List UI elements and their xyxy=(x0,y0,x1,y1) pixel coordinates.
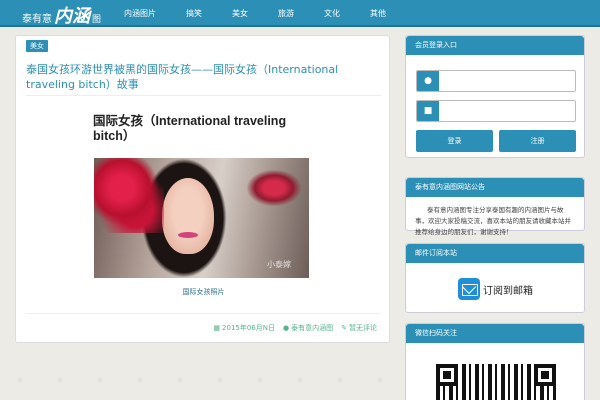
calendar-icon: ▦ xyxy=(213,324,221,332)
meta-date: ▦ 2015年06月N日 xyxy=(213,323,275,333)
nav-item-other[interactable]: 其他 xyxy=(355,0,401,27)
meta-author-text: 泰有意内涵图 xyxy=(291,324,334,332)
lock-icon: ■ xyxy=(417,101,439,121)
category-badge[interactable]: 美女 xyxy=(26,40,48,52)
subscribe-link[interactable]: 订阅到邮箱 xyxy=(458,278,533,300)
logo-text-part3: 图 xyxy=(92,15,102,25)
subscribe-widget: 邮件订阅本站 订阅到邮箱 xyxy=(405,243,585,313)
qr-code-image xyxy=(436,364,556,400)
qr-finder-right xyxy=(534,364,556,386)
notice-widget: 泰有意内涵图网站公告 泰有意内涵图专注分享泰国有趣的内涵图片与故事，欢迎大家投稿… xyxy=(405,177,585,236)
login-button[interactable]: 登录 xyxy=(416,130,493,152)
photo-lips xyxy=(178,232,198,238)
photo-face xyxy=(162,178,214,254)
top-navigation-bar: 泰有意 内涵 图 内涵图片 搞笑 美女 旅游 文化 其他 xyxy=(0,0,600,27)
meta-comments[interactable]: ✎ 暂无评论 xyxy=(341,323,377,333)
meta-author[interactable]: ● 泰有意内涵图 xyxy=(283,323,333,333)
nav-item-funny[interactable]: 搞笑 xyxy=(171,0,217,27)
article-card: 美女 泰国女孩环游世界被黑的国际女孩——国际女孩（International t… xyxy=(15,35,390,343)
main-nav: 内涵图片 搞笑 美女 旅游 文化 其他 xyxy=(110,0,401,27)
username-input[interactable] xyxy=(439,71,575,91)
logo-text-part2: 内涵 xyxy=(54,6,90,27)
notice-text: 泰有意内涵图专注分享泰国有趣的内涵图片与故事，欢迎大家投稿交流，喜欢本站的朋友请… xyxy=(415,206,571,236)
nav-item-travel[interactable]: 旅游 xyxy=(263,0,309,27)
article-title[interactable]: 泰国女孩环游世界被黑的国际女孩——国际女孩（International trav… xyxy=(26,62,376,92)
subscribe-widget-title: 邮件订阅本站 xyxy=(406,244,584,263)
nav-item-beauty[interactable]: 美女 xyxy=(217,0,263,27)
register-button[interactable]: 注册 xyxy=(499,130,576,152)
login-widget: 会员登录入口 ● ■ 登录 注册 xyxy=(405,35,585,158)
username-row: ● xyxy=(416,70,576,92)
password-row: ■ xyxy=(416,100,576,122)
qrcode-widget-title: 微信扫码关注 xyxy=(406,324,584,343)
site-logo[interactable]: 泰有意 内涵 图 xyxy=(22,2,102,27)
login-widget-title: 会员登录入口 xyxy=(406,36,584,55)
image-heading: 国际女孩（International traveling bitch） xyxy=(93,114,287,143)
meta-date-text: 2015年06月N日 xyxy=(222,324,276,332)
nav-item-culture[interactable]: 文化 xyxy=(309,0,355,27)
photo-watermark: 小泰嫁 xyxy=(267,260,291,269)
article-photo: 小泰嫁 xyxy=(94,158,309,278)
user-icon: ● xyxy=(283,324,290,332)
article-meta: ▦ 2015年06月N日 ● 泰有意内涵图 ✎ 暂无评论 xyxy=(213,323,377,333)
nav-item-pictures[interactable]: 内涵图片 xyxy=(110,0,171,27)
mail-icon xyxy=(458,278,480,300)
subscribe-label: 订阅到邮箱 xyxy=(483,285,533,297)
meta-comments-text: 暂无评论 xyxy=(349,324,377,332)
comment-icon: ✎ xyxy=(341,324,347,332)
password-input[interactable] xyxy=(439,101,575,121)
notice-widget-title: 泰有意内涵图网站公告 xyxy=(406,178,584,197)
meta-divider xyxy=(26,313,381,314)
user-icon: ● xyxy=(417,71,439,91)
photo-flower-right xyxy=(244,168,304,208)
qrcode-widget: 微信扫码关注 xyxy=(405,323,585,400)
photo-caption: 国际女孩照片 xyxy=(182,288,225,296)
logo-text-part1: 泰有意 xyxy=(22,14,52,25)
qr-finder-left xyxy=(436,364,458,386)
photo-flower xyxy=(94,158,164,233)
title-divider xyxy=(26,95,381,96)
